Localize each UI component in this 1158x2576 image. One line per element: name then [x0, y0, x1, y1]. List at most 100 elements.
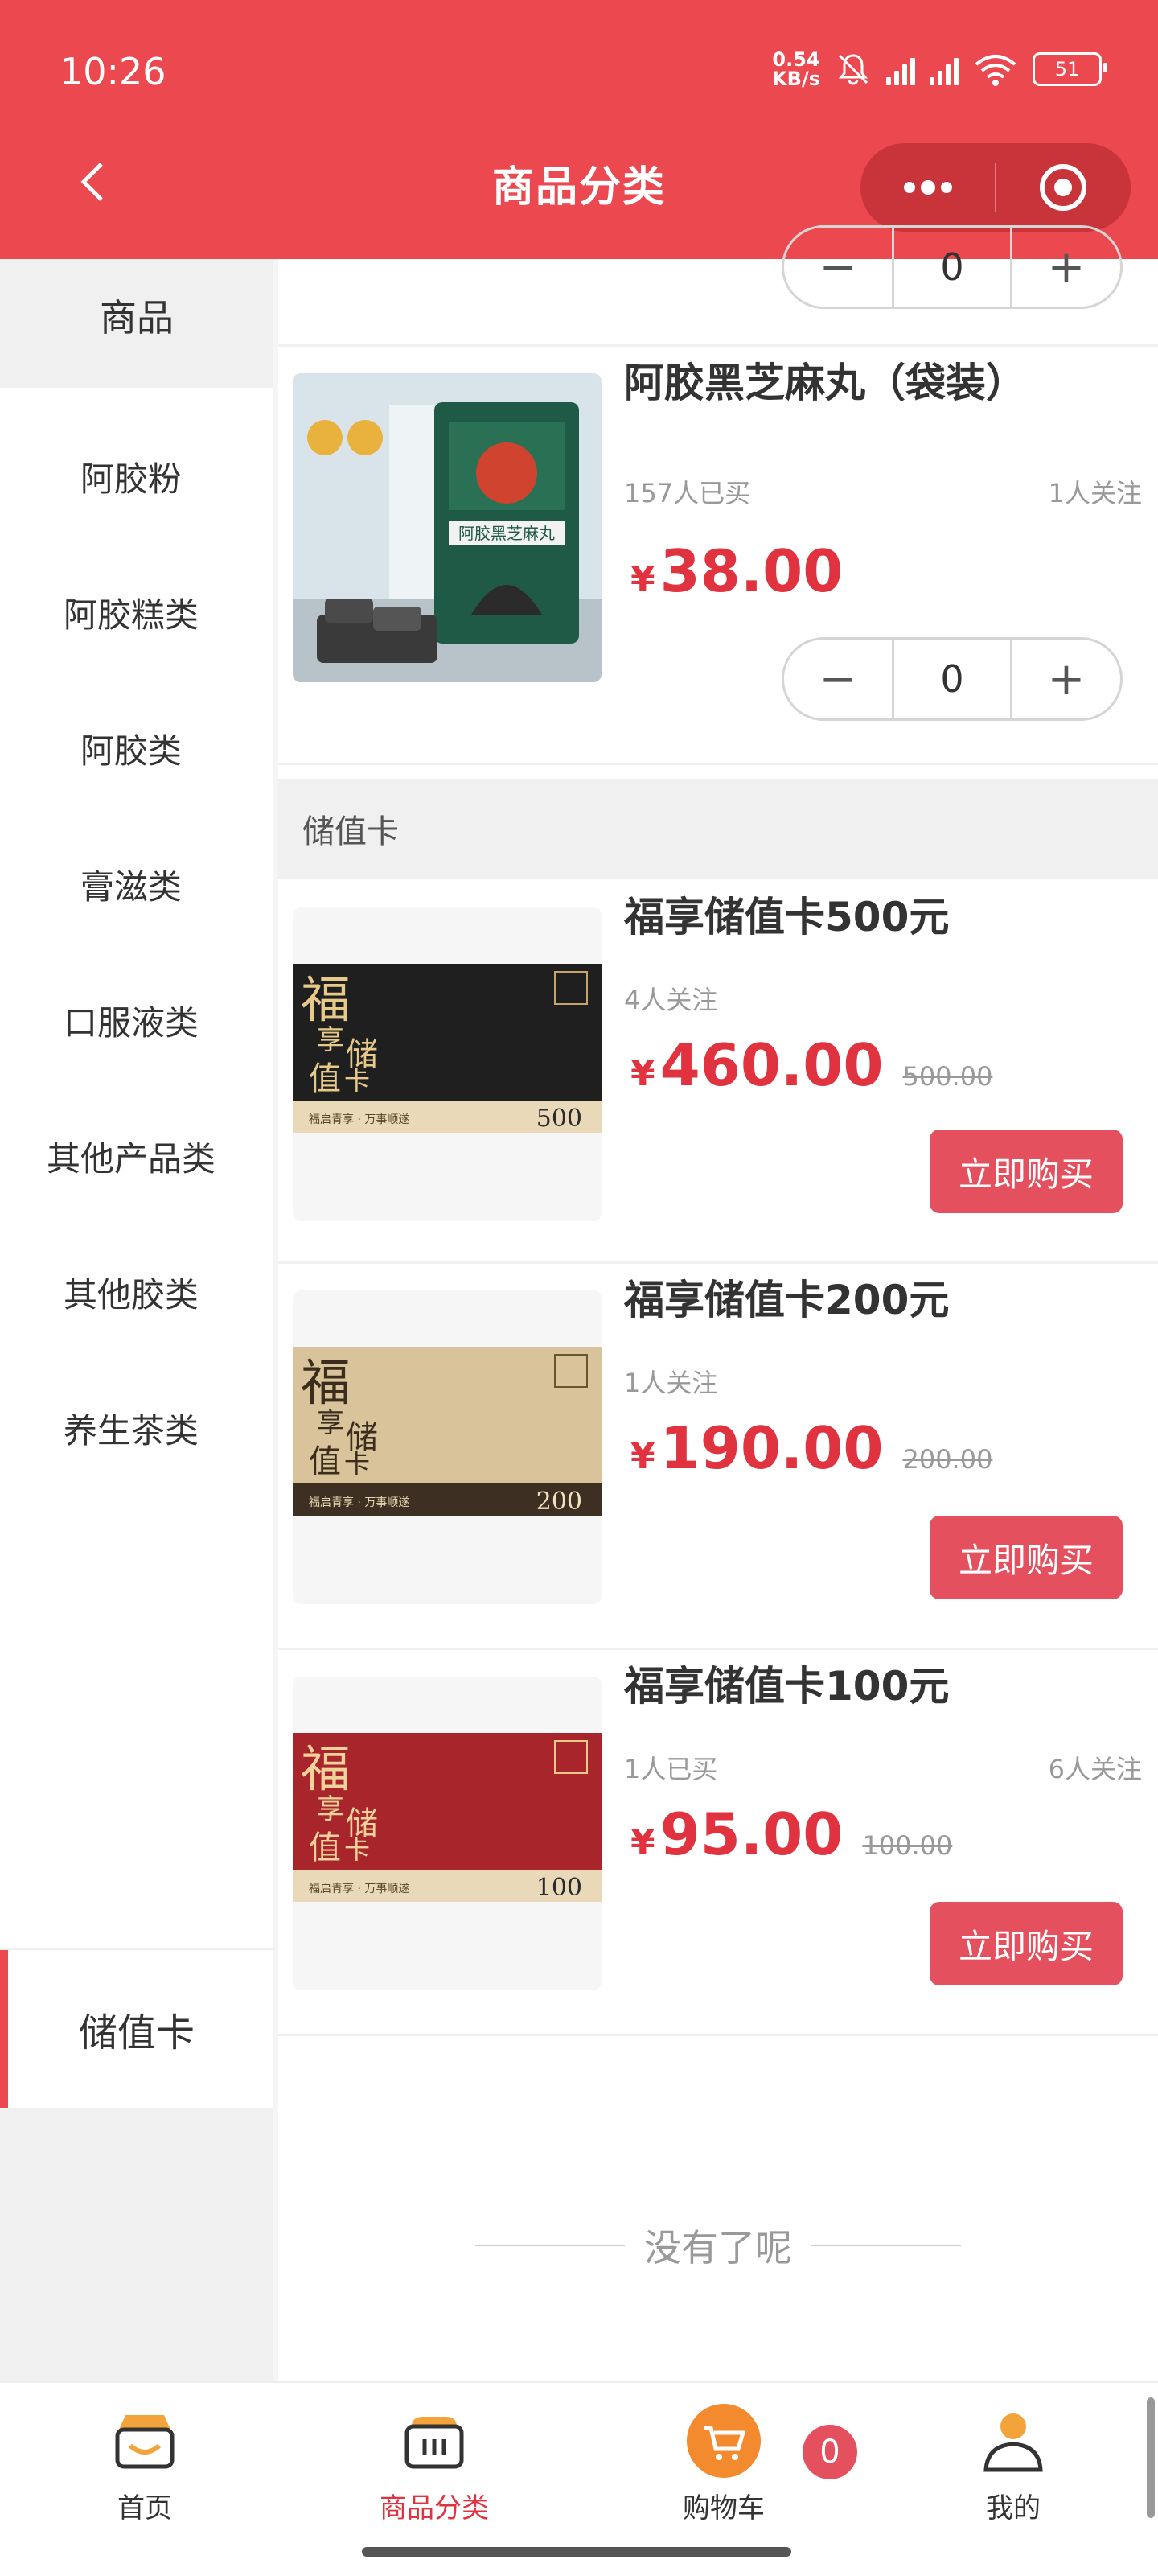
- quantity-value[interactable]: 0: [892, 228, 1012, 307]
- category-basket-icon: [404, 2417, 464, 2469]
- target-close-icon: [1040, 164, 1087, 211]
- section-header: 储值卡: [278, 779, 1158, 879]
- decrease-button[interactable]: −: [784, 228, 892, 307]
- gift-card-image: 福 享 储 值 卡 福启青享 · 万事顺遂 100: [293, 1733, 602, 1902]
- product-price: ¥ 38.00: [630, 537, 844, 605]
- gift-card-image: 福 享 储 值 卡 福启青享 · 万事顺遂 500: [293, 964, 602, 1133]
- sidebar-item-goods[interactable]: 商品: [0, 259, 273, 372]
- svg-text:福: 福: [301, 1739, 351, 1798]
- list-item[interactable]: 福 享 储 值 卡 福启青享 · 万事顺遂 100 福享储值卡100元 1人已买…: [278, 1648, 1158, 2036]
- svg-text:福启青享 · 万事顺遂: 福启青享 · 万事顺遂: [309, 1113, 409, 1126]
- signal-strength-icon-2: [930, 53, 959, 85]
- svg-text:200: 200: [536, 1488, 582, 1516]
- svg-text:100: 100: [536, 1874, 582, 1902]
- tab-home[interactable]: 首页: [48, 2402, 241, 2539]
- category-sidebar: 商品 阿胶粉 阿胶糕类 阿胶类 膏滋类 口服液类 其他产品类 其他胶类 养生茶类…: [0, 259, 273, 2381]
- tab-category[interactable]: 商品分类: [338, 2402, 531, 2539]
- svg-text:福: 福: [301, 1353, 351, 1412]
- buy-now-button[interactable]: 立即购买: [930, 1902, 1123, 1985]
- svg-text:享: 享: [317, 1793, 344, 1825]
- sold-count: 157人已买: [624, 478, 751, 508]
- original-price: 100.00: [862, 1830, 953, 1861]
- subcategory-item[interactable]: 其他产品类: [14, 1088, 248, 1224]
- quantity-stepper: − 0 +: [782, 225, 1123, 309]
- product-title: 阿胶黑芝麻丸（袋装）: [624, 360, 1026, 406]
- mini-program-capsule: [860, 143, 1131, 232]
- list-item[interactable]: 福 享 储 值 卡 福启青享 · 万事顺遂 200 福享储值卡200元 1人关注…: [278, 1261, 1158, 1650]
- tab-cart[interactable]: 购物车: [627, 2402, 820, 2539]
- svg-text:值: 值: [309, 1060, 341, 1097]
- home-shop-icon: [115, 2415, 175, 2469]
- svg-text:享: 享: [317, 1024, 344, 1056]
- increase-button[interactable]: +: [1012, 640, 1120, 718]
- svg-text:值: 值: [309, 1443, 341, 1480]
- more-dots-icon: [903, 180, 952, 195]
- subcategory-item[interactable]: 阿胶粉: [14, 409, 248, 545]
- product-title: 福享储值卡100元: [624, 1663, 950, 1710]
- sold-count: 1人已买: [624, 1754, 718, 1784]
- original-price: 200.00: [902, 1444, 993, 1475]
- product-title: 福享储值卡200元: [624, 1277, 950, 1323]
- decrease-button[interactable]: −: [784, 640, 892, 718]
- network-speed: 0.54 KB/s: [772, 48, 820, 90]
- divider-line: [811, 2245, 961, 2246]
- quantity-value[interactable]: 0: [892, 640, 1012, 718]
- active-indicator: [0, 1950, 8, 2108]
- subcategory-item[interactable]: 阿胶糕类: [14, 545, 248, 681]
- follow-count: 1人关注: [624, 1368, 718, 1398]
- end-of-list-note: 没有了呢: [278, 2219, 1158, 2272]
- more-options-button[interactable]: [860, 143, 995, 232]
- product-title: 福享储值卡500元: [624, 894, 950, 940]
- scroll-indicator: [1147, 2397, 1155, 2518]
- wifi-icon: [975, 55, 1016, 86]
- divider-line: [475, 2245, 625, 2246]
- svg-text:福启青享 · 万事顺遂: 福启青享 · 万事顺遂: [309, 1496, 409, 1509]
- status-time: 10:26: [60, 50, 166, 93]
- status-icons: 0.54 KB/s 51: [772, 48, 1107, 90]
- home-indicator[interactable]: [362, 2547, 791, 2557]
- list-item[interactable]: 福 享 储 值 卡 福启青享 · 万事顺遂 500 福享储值卡500元 4人关注…: [278, 879, 1158, 1264]
- subcategory-list: 阿胶粉 阿胶糕类 阿胶类 膏滋类 口服液类 其他产品类 其他胶类 养生茶类: [14, 409, 248, 1492]
- list-item: − 0 +: [278, 225, 1158, 347]
- svg-text:500: 500: [536, 1105, 582, 1133]
- product-photo-icon: 阿胶黑芝麻丸: [293, 373, 602, 682]
- signal-strength-icon: [886, 53, 915, 85]
- increase-button[interactable]: +: [1012, 228, 1120, 307]
- svg-text:享: 享: [317, 1407, 344, 1439]
- svg-text:福启青享 · 万事顺遂: 福启青享 · 万事顺遂: [309, 1882, 409, 1895]
- original-price: 500.00: [902, 1061, 993, 1092]
- product-image[interactable]: 福 享 储 值 卡 福启青享 · 万事顺遂 100: [293, 1677, 602, 1990]
- sidebar-item-stored-value-card[interactable]: 储值卡: [0, 1950, 273, 2108]
- product-image[interactable]: 福 享 储 值 卡 福启青享 · 万事顺遂 200: [293, 1290, 602, 1604]
- svg-text:卡: 卡: [344, 1065, 370, 1096]
- svg-text:卡: 卡: [344, 1448, 370, 1479]
- svg-text:福: 福: [301, 970, 351, 1029]
- list-item[interactable]: 阿胶黑芝麻丸 阿胶黑芝麻丸（袋装） 157人已买 1人关注 ¥ 38.00 − …: [278, 344, 1158, 765]
- subcategory-item[interactable]: 养生茶类: [14, 1360, 248, 1496]
- cart-count-badge: 0: [803, 2425, 857, 2479]
- product-image[interactable]: 阿胶黑芝麻丸: [293, 373, 602, 682]
- follow-count: 6人关注: [1048, 1754, 1142, 1784]
- subcategory-item[interactable]: 膏滋类: [14, 817, 248, 953]
- subcategory-item[interactable]: 阿胶类: [14, 681, 248, 817]
- product-price: ¥ 190.00 200.00: [630, 1414, 993, 1482]
- svg-text:卡: 卡: [344, 1834, 370, 1865]
- battery-icon: 51: [1033, 52, 1107, 86]
- product-image[interactable]: 福 享 储 值 卡 福启青享 · 万事顺遂 500: [293, 907, 602, 1221]
- follow-count: 1人关注: [1048, 478, 1142, 508]
- gift-card-image: 福 享 储 值 卡 福启青享 · 万事顺遂 200: [293, 1347, 602, 1516]
- quantity-stepper: − 0 +: [782, 637, 1123, 721]
- buy-now-button[interactable]: 立即购买: [930, 1516, 1123, 1599]
- product-price: ¥ 95.00 100.00: [630, 1800, 953, 1868]
- product-list: − 0 + 阿胶黑芝麻丸 阿胶黑芝麻丸（袋装） 157人已买 1人关注 ¥ 38…: [278, 225, 1158, 2381]
- subcategory-item[interactable]: 其他胶类: [14, 1224, 248, 1360]
- svg-text:值: 值: [309, 1829, 341, 1866]
- subcategory-item[interactable]: 口服液类: [14, 953, 248, 1088]
- product-price: ¥ 460.00 500.00: [630, 1031, 993, 1099]
- shopping-cart-icon: [687, 2404, 761, 2478]
- follow-count: 4人关注: [624, 985, 718, 1015]
- tab-mine[interactable]: 我的: [917, 2402, 1110, 2539]
- close-mini-program-button[interactable]: [996, 143, 1131, 232]
- buy-now-button[interactable]: 立即购买: [930, 1130, 1123, 1213]
- user-profile-icon: [983, 2413, 1043, 2472]
